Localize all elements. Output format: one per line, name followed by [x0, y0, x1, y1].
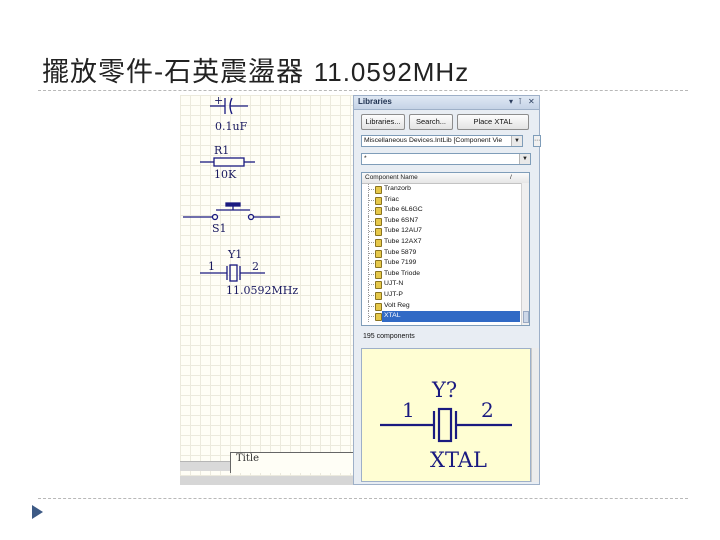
slide-title-text: 擺放零件-石英震盪器 [42, 57, 305, 88]
list-item[interactable]: Triac [362, 194, 520, 206]
title-block-label: Title [236, 453, 260, 464]
list-item[interactable]: Tube 7199 [362, 258, 520, 269]
list-item[interactable]: UJT-N [362, 279, 520, 290]
panel-title: Libraries [358, 97, 392, 106]
preview-name: XTAL [430, 448, 487, 472]
schematic-bottom-bar [180, 476, 353, 485]
component-icon [375, 292, 382, 300]
list-item[interactable]: Tube 6SN7 [362, 215, 520, 227]
component-icon [375, 228, 382, 237]
pin-icon[interactable]: ⊺ [518, 97, 522, 107]
library-options-button[interactable]: ⋯ [533, 135, 541, 147]
component-preview: Y? 1 2 XTAL [361, 348, 531, 482]
list-item-label: Volt Reg [384, 301, 410, 309]
component-icon [375, 196, 382, 205]
preview-pin1: 1 [402, 398, 415, 422]
schematic-canvas[interactable]: + 0.1uF R1 10K S1 Y1 1 2 11.0592MHz Titl… [180, 95, 353, 485]
list-item-label: Tube Triode [384, 269, 421, 277]
crystal-value: 11.0592MHz [226, 284, 299, 297]
search-button[interactable]: Search... [409, 114, 453, 130]
list-item[interactable]: Tube 6L6GC [362, 205, 520, 216]
libraries-panel: Libraries ▾ ⊺ ✕ Libraries... Search... P… [353, 95, 541, 485]
list-item[interactable]: Tube Triode [362, 268, 520, 280]
component-icon [375, 270, 382, 279]
panel-header: Libraries ▾ ⊺ ✕ [354, 96, 539, 110]
list-item-label: UJT-P [384, 291, 403, 298]
list-item[interactable]: Tube 12AX7 [362, 237, 520, 248]
dropdown-icon[interactable]: ▾ [509, 97, 513, 107]
component-icon [375, 260, 382, 269]
component-icon [375, 302, 382, 311]
filter-input[interactable]: * ▼ [361, 153, 531, 165]
chevron-down-icon[interactable]: ▼ [511, 136, 522, 146]
list-item-label: XTAL [382, 311, 520, 322]
xtal-preview-symbol: Y? 1 2 XTAL [380, 378, 512, 472]
library-select[interactable]: Miscellaneous Devices.IntLib [Component … [361, 135, 523, 147]
filter-value: * [364, 155, 367, 162]
crystal-pin1-label: 1 [208, 260, 215, 273]
capacitor-value: 0.1uF [215, 120, 248, 133]
library-select-value: Miscellaneous Devices.IntLib [Component … [364, 137, 503, 144]
list-item-label: Tube 5879 [384, 248, 417, 256]
switch-designator: S1 [212, 222, 227, 235]
list-item[interactable]: Tranzorb [362, 184, 520, 195]
component-icon [375, 186, 382, 194]
close-icon[interactable]: ✕ [528, 97, 535, 107]
capacitor-plus-label: + [214, 95, 224, 107]
list-item-label: Tube 6SN7 [384, 216, 419, 224]
list-item[interactable]: XTAL [362, 311, 520, 322]
list-item-label: Tranzorb [384, 185, 411, 192]
component-icon [375, 249, 382, 258]
component-icon [375, 207, 382, 216]
slide-title-frequency: 11.0592MHz [313, 57, 470, 87]
component-icon [375, 313, 382, 322]
chevron-down-icon[interactable]: ▼ [519, 154, 530, 164]
crystal-designator: Y1 [228, 248, 243, 261]
preview-designator: Y? [431, 378, 457, 402]
crystal-pin2-label: 2 [252, 260, 259, 273]
preview-scrollbar[interactable] [531, 348, 539, 482]
preview-pin2: 2 [481, 398, 494, 422]
place-component-button[interactable]: Place XTAL [457, 114, 529, 130]
list-item[interactable]: Tube 12AU7 [362, 226, 520, 237]
list-scrollbar[interactable] [521, 183, 529, 325]
component-list[interactable]: Component Name / Tranzorb Triac Tube 6L6GC… [361, 172, 530, 326]
resistor-value: 10K [214, 168, 237, 181]
list-item-label: Tube 7199 [384, 259, 417, 267]
resistor-symbol [200, 157, 255, 167]
resistor-designator: R1 [214, 144, 230, 157]
libraries-button[interactable]: Libraries... [361, 114, 405, 130]
bottom-divider [38, 498, 688, 499]
slide-title: 擺放零件-石英震盪器 11.0592MHz [42, 50, 469, 89]
component-icon [375, 281, 382, 290]
list-item[interactable]: Volt Reg [362, 300, 520, 312]
list-item-label: Tube 12AU7 [384, 227, 422, 235]
switch-symbol [183, 202, 280, 221]
list-item[interactable]: UJT-P [362, 290, 520, 301]
sort-indicator: / [510, 174, 512, 181]
list-item-label: Tube 12AX7 [384, 238, 422, 245]
component-icon [375, 239, 382, 247]
list-scrollbar-thumb[interactable] [523, 311, 529, 323]
list-item[interactable]: Tube 5879 [362, 247, 520, 259]
component-count: 195 components [363, 333, 415, 340]
list-item-label: UJT-N [384, 280, 404, 288]
top-divider [38, 90, 688, 91]
list-item-label: Tube 6L6GC [384, 206, 423, 214]
component-icon [375, 217, 382, 226]
list-header[interactable]: Component Name / [362, 173, 529, 184]
list-item-label: Triac [384, 195, 399, 203]
column-component-name[interactable]: Component Name [365, 173, 418, 183]
bullet-arrow-icon [32, 505, 43, 519]
